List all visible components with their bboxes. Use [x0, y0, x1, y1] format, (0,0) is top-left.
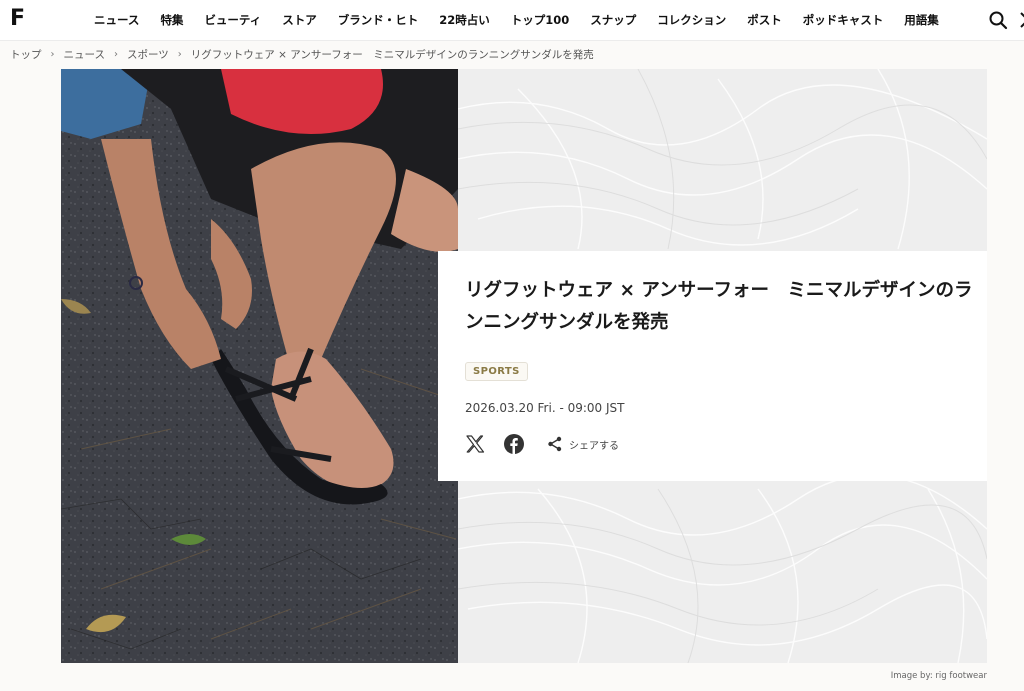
nav-item[interactable]: スナップ: [590, 12, 636, 28]
breadcrumb-current: リグフットウェア × アンサーフォー ミニマルデザインのランニングサンダルを発売: [190, 48, 594, 61]
share-label: シェアする: [569, 440, 619, 452]
nav-item[interactable]: ビューティ: [204, 12, 261, 28]
publish-date: 2026.03.20 Fri. - 09:00 JST: [465, 401, 625, 415]
nav-item[interactable]: トップ100: [511, 12, 570, 28]
share-button[interactable]: シェアする: [546, 435, 619, 453]
nav-item[interactable]: コレクション: [657, 12, 726, 28]
search-icon[interactable]: [988, 10, 1008, 30]
main-nav: ニュース 特集 ビューティ ストア ブランド・ヒト 22時占い トップ100 スナップ コレクシ…: [94, 0, 960, 40]
nav-item[interactable]: ポスト: [747, 12, 782, 28]
breadcrumb-link[interactable]: トップ: [10, 47, 42, 62]
nav-item[interactable]: 22時占い: [439, 12, 490, 28]
nav-item[interactable]: 特集: [160, 12, 183, 28]
category-tag[interactable]: SPORTS: [465, 362, 528, 381]
chevron-right-icon: ›: [50, 48, 55, 60]
breadcrumb-link[interactable]: スポーツ: [127, 47, 169, 62]
share-bar: シェアする: [465, 433, 619, 455]
nav-item[interactable]: ブランド・ヒト: [338, 12, 419, 28]
chevron-right-icon: ›: [113, 48, 118, 60]
breadcrumb: トップ › ニュース › スポーツ › リグフットウェア × アンサーフォー ミニマルデザイ…: [10, 46, 594, 62]
x-icon[interactable]: [465, 434, 485, 454]
share-icon: [548, 436, 562, 452]
nav-item[interactable]: ストア: [282, 12, 317, 28]
nav-item[interactable]: ポッドキャスト: [803, 12, 884, 28]
chevron-right-icon: ›: [177, 48, 182, 60]
hero-image: [61, 69, 458, 663]
nav-item[interactable]: 用語集: [904, 12, 939, 28]
hero-photo-illustration: [61, 69, 458, 663]
menu-icon[interactable]: [1018, 10, 1024, 30]
image-credit: Image by: rig footwear: [890, 671, 987, 681]
article-title: リグフットウェア × アンサーフォー ミニマルデザインのランニングサンダルを発売: [465, 280, 973, 333]
site-logo[interactable]: F: [10, 6, 25, 32]
facebook-icon[interactable]: [504, 434, 524, 454]
site-header: F ニュース 特集 ビューティ ストア ブランド・ヒト 22時占い トップ100 スナップ コレ…: [0, 0, 1024, 40]
breadcrumb-link[interactable]: ニュース: [64, 47, 105, 62]
nav-item[interactable]: ニュース: [94, 12, 139, 28]
article-header-card: リグフットウェア × アンサーフォー ミニマルデザインのランニングサンダルを発売…: [438, 251, 987, 481]
